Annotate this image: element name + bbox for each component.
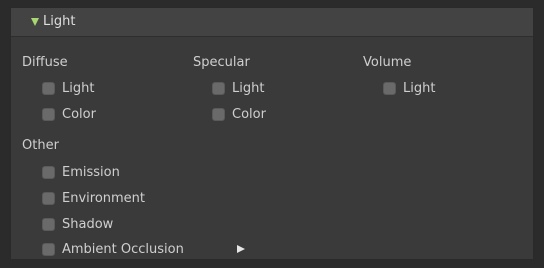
checkbox-label: Ambient Occlusion [62,241,184,257]
volume-light-checkbox[interactable]: Light [383,79,435,97]
diffuse-light-checkbox[interactable]: Light [42,79,94,97]
checkbox-label: Shadow [62,216,114,232]
section-specular-title: Specular [193,55,250,70]
checkbox-box[interactable] [42,81,55,95]
other-emission-checkbox[interactable]: Emission [42,163,120,181]
panel-title: Light [43,14,76,29]
diffuse-color-checkbox[interactable]: Color [42,105,96,123]
checkbox-box[interactable] [42,242,55,256]
expand-triangle-icon[interactable] [31,18,39,26]
section-volume-title: Volume [363,55,412,70]
checkbox-label: Color [62,106,96,122]
checkbox-label: Environment [62,190,146,206]
other-environment-checkbox[interactable]: Environment [42,189,145,207]
checkbox-label: Emission [62,164,120,180]
checkbox-label: Light [403,80,436,96]
light-panel: Light Diffuse Light Color Specular Light… [10,7,534,260]
cursor-arrow-icon [237,245,245,253]
other-ambient-occlusion-checkbox[interactable]: Ambient Occlusion [42,240,184,258]
checkbox-box[interactable] [42,217,55,231]
checkbox-label: Light [62,80,95,96]
section-other-title: Other [22,138,59,153]
checkbox-box[interactable] [42,191,55,205]
other-shadow-checkbox[interactable]: Shadow [42,215,113,233]
checkbox-box[interactable] [42,165,55,179]
checkbox-box[interactable] [383,81,396,95]
specular-light-checkbox[interactable]: Light [212,79,264,97]
checkbox-box[interactable] [42,107,55,121]
checkbox-label: Light [232,80,265,96]
checkbox-box[interactable] [212,81,225,95]
checkbox-box[interactable] [212,107,225,121]
checkbox-label: Color [232,106,266,122]
section-diffuse-title: Diffuse [22,55,68,70]
specular-color-checkbox[interactable]: Color [212,105,266,123]
panel-header[interactable]: Light [11,8,533,37]
